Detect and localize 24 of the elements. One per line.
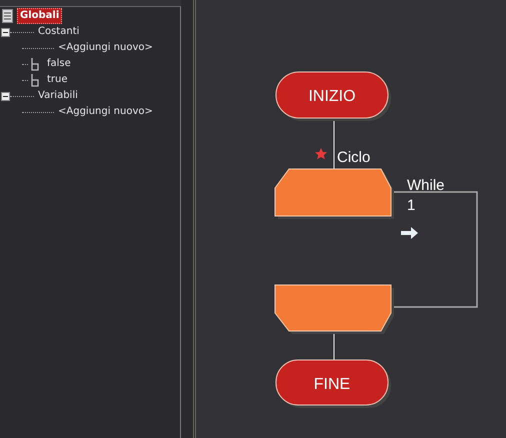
- collapse-toggle[interactable]: [1, 28, 10, 36]
- boolean-icon: [30, 58, 40, 70]
- tree-item[interactable]: true: [45, 73, 70, 87]
- boolean-icon: [30, 74, 40, 86]
- tree-item[interactable]: false: [45, 57, 73, 71]
- end-label: FINE: [314, 376, 350, 393]
- tree-item[interactable]: Variabili: [36, 89, 80, 103]
- tree-item[interactable]: Costanti: [36, 25, 82, 39]
- arrow-icon: [401, 227, 418, 239]
- loop-type: While: [407, 177, 445, 194]
- tree-item[interactable]: <Aggiungi nuovo>: [56, 105, 155, 119]
- star-icon: [315, 148, 327, 160]
- splitter[interactable]: [181, 0, 196, 438]
- tree-item[interactable]: Globali: [17, 8, 62, 24]
- loop-condition: 1: [407, 197, 416, 214]
- loop-end-block[interactable]: [274, 284, 394, 334]
- loop-label: Ciclo: [337, 149, 370, 166]
- list-icon: [2, 9, 13, 23]
- collapse-toggle[interactable]: [1, 92, 10, 100]
- tree-item[interactable]: <Aggiungi nuovo>: [56, 41, 155, 55]
- start-label: INIZIO: [308, 88, 356, 105]
- loop-start-block[interactable]: [274, 168, 394, 219]
- start-node[interactable]: [276, 72, 391, 121]
- end-node[interactable]: [276, 360, 391, 408]
